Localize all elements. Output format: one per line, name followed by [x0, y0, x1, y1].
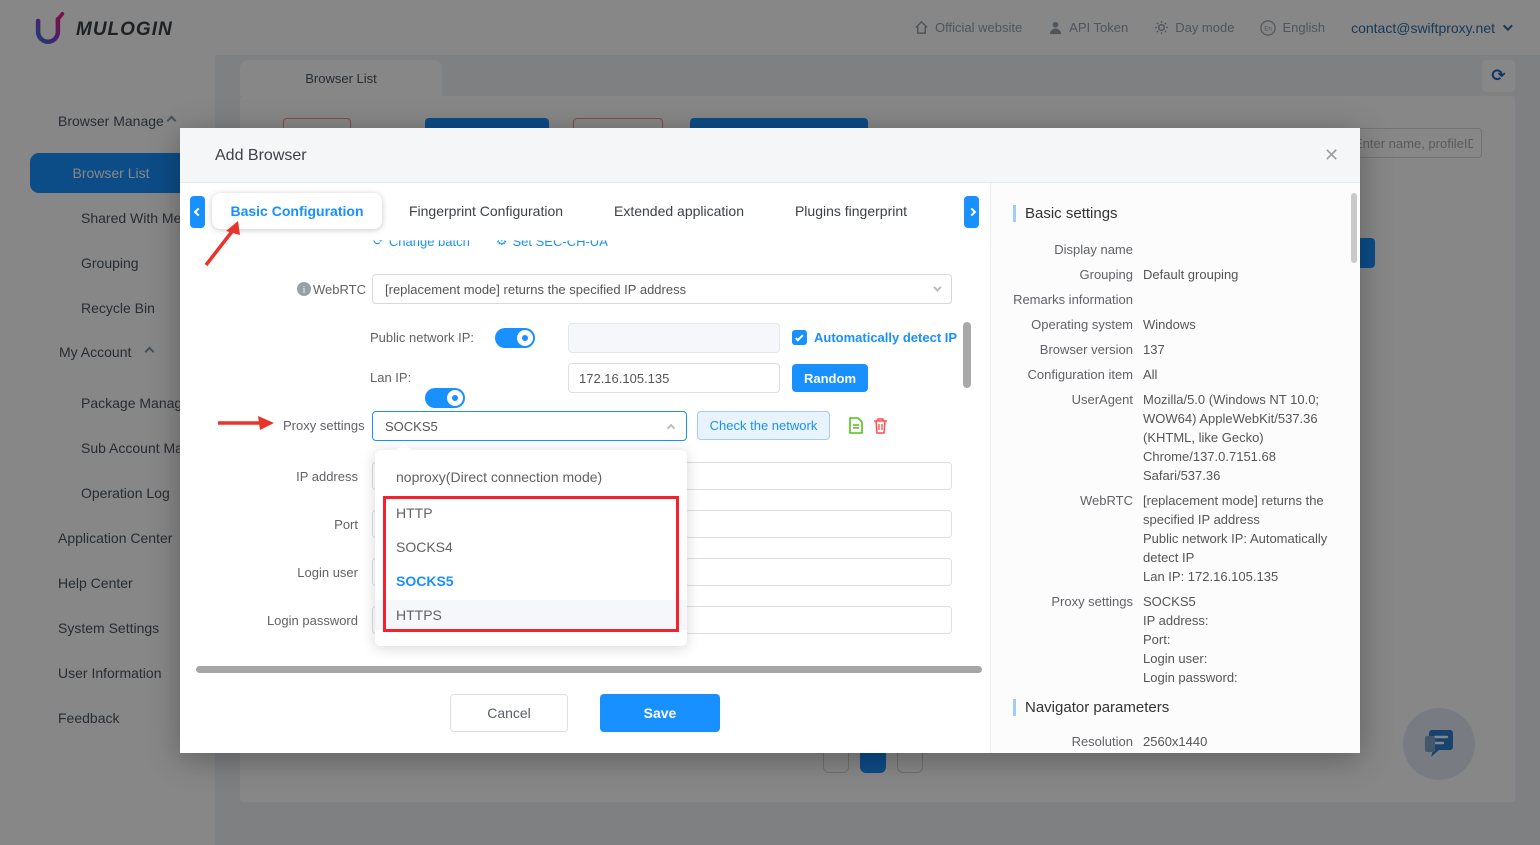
webrtc-select[interactable]: [replacement mode] returns the specified… — [372, 274, 952, 304]
summary-row-grouping: GroupingDefault grouping — [991, 265, 1346, 284]
panel-scrollbar[interactable] — [1351, 193, 1357, 263]
navigator-rows: Resolution2560x1440 Languageen-US — [991, 732, 1346, 753]
summary-row-useragent: UserAgentMozilla/5.0 (Windows NT 10.0; W… — [991, 390, 1346, 485]
random-button[interactable]: Random — [792, 364, 868, 392]
login-user-label: Login user — [248, 565, 358, 580]
basic-settings-title: Basic settings — [1013, 205, 1346, 222]
basic-settings-rows: Display name GroupingDefault grouping Re… — [991, 240, 1346, 687]
set-sec-ch-ua-link[interactable]: ⚙Set SEC-CH-UA — [496, 233, 608, 249]
summary-row-display-name: Display name — [991, 240, 1346, 259]
info-icon: i — [297, 282, 311, 296]
navigator-parameters-title: Navigator parameters — [1013, 699, 1346, 716]
check-icon — [795, 333, 803, 341]
summary-row-browser-version: Browser version137 — [991, 340, 1346, 359]
save-button[interactable]: Save — [600, 694, 720, 732]
option-http[interactable]: HTTP — [375, 498, 687, 528]
document-icon[interactable] — [848, 417, 864, 434]
gear-icon: ⚙ — [496, 233, 508, 249]
trash-icon[interactable] — [873, 417, 888, 434]
public-ip-input[interactable] — [568, 323, 780, 353]
summary-row-remarks: Remarks information — [991, 290, 1346, 309]
toggle-knob — [517, 330, 533, 346]
summary-panel: Basic settings Display name GroupingDefa… — [990, 183, 1360, 753]
modal-header: Add Browser ✕ — [180, 128, 1360, 183]
webrtc-label: WebRTC — [313, 282, 366, 297]
lan-ip-toggle[interactable] — [425, 388, 465, 408]
refresh-icon: ⟳ — [373, 233, 384, 249]
public-ip-toggle[interactable] — [495, 328, 535, 348]
option-socks4[interactable]: SOCKS4 — [375, 532, 687, 562]
app-root: MULOGIN Official website API Token Day m… — [0, 0, 1540, 845]
cancel-button[interactable]: Cancel — [450, 694, 568, 732]
add-browser-modal: Add Browser ✕ Basic Configuration Finger… — [180, 128, 1360, 753]
horizontal-scrollbar[interactable] — [196, 666, 982, 673]
tab-extended-application[interactable]: Extended application — [612, 193, 746, 229]
modal-title: Add Browser — [215, 128, 307, 183]
dropdown-caret — [397, 443, 411, 457]
proxy-settings-label: Proxy settings — [283, 418, 358, 433]
chevron-down-icon — [933, 283, 941, 291]
auto-detect-checkbox[interactable] — [792, 330, 807, 345]
title-bar-accent — [1013, 205, 1016, 222]
batch-links-row: ⟳Change batch ⚙Set SEC-CH-UA — [373, 233, 608, 249]
title-bar-accent — [1013, 699, 1016, 716]
chevron-left-icon — [193, 208, 201, 216]
option-https[interactable]: HTTPS — [375, 600, 687, 630]
chevron-right-icon — [967, 208, 975, 216]
auto-detect-label: Automatically detect IP — [814, 330, 957, 345]
tab-scroll-right-button[interactable] — [964, 196, 979, 228]
ip-address-label: IP address — [248, 469, 358, 484]
tab-basic-configuration[interactable]: Basic Configuration — [212, 193, 382, 229]
proxy-type-dropdown: noproxy(Direct connection mode) HTTP SOC… — [375, 450, 687, 646]
modal-main-area: Basic Configuration Fingerprint Configur… — [180, 183, 990, 753]
summary-row-proxy: Proxy settingsSOCKS5 IP address: Port: L… — [991, 592, 1346, 687]
check-network-button[interactable]: Check the network — [697, 411, 830, 440]
change-batch-link[interactable]: ⟳Change batch — [373, 233, 470, 249]
annotation-arrow-proxy — [216, 413, 278, 433]
vertical-scrollbar[interactable] — [963, 322, 971, 388]
option-socks5[interactable]: SOCKS5 — [375, 566, 687, 596]
summary-row-configuration-item: Configuration itemAll — [991, 365, 1346, 384]
option-noproxy[interactable]: noproxy(Direct connection mode) — [375, 462, 687, 492]
summary-row-webrtc: WebRTC[replacement mode] returns the spe… — [991, 491, 1346, 586]
close-icon[interactable]: ✕ — [1324, 145, 1339, 166]
lan-ip-label: Lan IP: — [370, 370, 411, 385]
tab-scroll-left-button[interactable] — [190, 196, 205, 228]
login-password-label: Login password — [248, 613, 358, 628]
public-ip-label: Public network IP: — [370, 330, 474, 345]
tab-fingerprint-configuration[interactable]: Fingerprint Configuration — [405, 193, 567, 229]
chevron-up-icon — [667, 424, 675, 432]
port-label: Port — [248, 517, 358, 532]
proxy-type-select[interactable]: SOCKS5 — [372, 411, 687, 441]
summary-row-os: Operating systemWindows — [991, 315, 1346, 334]
lan-ip-input[interactable] — [568, 363, 780, 393]
toggle-knob — [447, 390, 463, 406]
summary-row-resolution: Resolution2560x1440 — [991, 732, 1346, 751]
tab-plugins-fingerprint[interactable]: Plugins fingerprint — [778, 193, 924, 229]
